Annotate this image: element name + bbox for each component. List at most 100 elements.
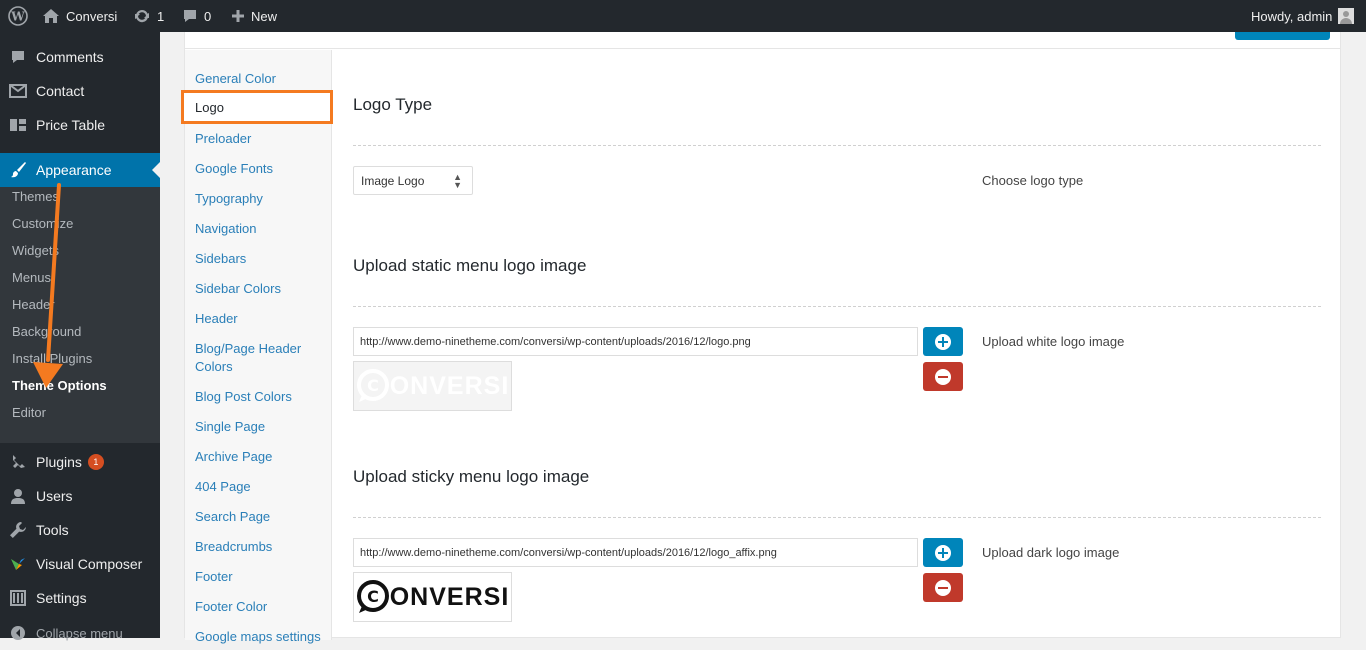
submenu-customize[interactable]: Customize (12, 214, 73, 234)
logo-type-heading: Logo Type (353, 95, 433, 114)
minus-circle-icon (935, 579, 951, 596)
theme-options-panel: General Color Logo Preloader Google Font… (181, 32, 1341, 644)
tab-logo[interactable]: Logo (181, 90, 333, 124)
logo-type-description: Choose logo type (982, 173, 1084, 188)
minus-circle-icon (935, 368, 951, 385)
menu-comments-label: Comments (36, 49, 104, 65)
svg-text:W: W (10, 10, 25, 24)
visual-composer-icon (11, 558, 25, 570)
tab-general-color[interactable]: General Color (195, 70, 325, 88)
select-arrows-icon: ▲ ▼ (453, 172, 462, 190)
plus-circle-icon (935, 544, 951, 561)
static-logo-preview: C ONVERSI (353, 361, 512, 411)
static-logo-url-input[interactable]: http://www.demo-ninetheme.com/conversi/w… (353, 327, 918, 356)
comments-link[interactable]: 0 (182, 0, 211, 32)
menu-appearance-label: Appearance (36, 162, 112, 178)
submenu-themes[interactable]: Themes (12, 187, 59, 207)
user-icon (11, 489, 25, 504)
tab-header[interactable]: Header (195, 310, 325, 328)
avatar (1338, 8, 1355, 24)
menu-appearance[interactable]: Appearance (0, 153, 160, 187)
updates-link[interactable]: 1 (133, 0, 164, 32)
comments-count: 0 (204, 8, 212, 24)
divider (353, 306, 1321, 307)
static-logo-remove-button[interactable] (923, 362, 963, 391)
plugin-icon (13, 455, 25, 468)
refresh-icon (135, 9, 149, 23)
settings-sliders-icon (10, 590, 26, 606)
menu-visual-composer[interactable]: Visual Composer (0, 547, 160, 581)
collapse-arrow-icon (11, 626, 25, 640)
tab-archive-page[interactable]: Archive Page (195, 448, 325, 466)
menu-settings-label: Settings (36, 590, 87, 606)
tab-404-page[interactable]: 404 Page (195, 478, 325, 496)
tab-sidebars[interactable]: Sidebars (195, 250, 325, 268)
new-label: New (251, 8, 278, 24)
updates-count: 1 (157, 8, 165, 24)
collapse-menu-label: Collapse menu (36, 625, 123, 641)
sticky-logo-preview: C ONVERSI (353, 572, 512, 622)
submenu-theme-options[interactable]: Theme Options (12, 376, 107, 396)
menu-comments[interactable]: Comments (0, 40, 160, 74)
menu-plugins[interactable]: Plugins 1 (0, 445, 160, 479)
wordpress-logo-icon[interactable]: W (8, 0, 28, 32)
site-name-link[interactable]: Conversi (42, 0, 117, 32)
price-table-icon (10, 119, 26, 131)
conversi-logo-icon: C (356, 580, 389, 613)
tab-breadcrumbs[interactable]: Breadcrumbs (195, 538, 325, 556)
tab-footer[interactable]: Footer (195, 568, 325, 586)
svg-text:C: C (367, 587, 379, 606)
options-tabs: General Color Logo Preloader Google Font… (181, 50, 333, 644)
admin-bar: W Conversi 1 0 New Howdy, admin (0, 0, 1366, 32)
tab-navigation[interactable]: Navigation (195, 220, 325, 238)
menu-contact[interactable]: Contact (0, 74, 160, 108)
greeting: Howdy, admin (1251, 8, 1333, 24)
menu-price-table[interactable]: Price Table (0, 108, 160, 142)
conversi-logo-icon: C (356, 369, 389, 402)
tab-single-page[interactable]: Single Page (195, 418, 325, 436)
tab-blog-page-header-colors[interactable]: Blog/Page Header Colors (195, 340, 315, 376)
tab-logo-label: Logo (195, 100, 224, 115)
submenu-editor[interactable]: Editor (12, 403, 46, 423)
static-logo-description: Upload white logo image (982, 334, 1125, 349)
menu-users[interactable]: Users (0, 479, 160, 513)
menu-settings[interactable]: Settings (0, 581, 160, 615)
tab-typography[interactable]: Typography (195, 190, 325, 208)
save-changes-button[interactable] (1235, 32, 1330, 40)
tab-preloader[interactable]: Preloader (195, 130, 325, 148)
comment-bubble-icon (184, 10, 196, 22)
tab-blog-post-colors[interactable]: Blog Post Colors (195, 388, 325, 406)
plus-icon (232, 10, 244, 22)
submenu-header[interactable]: Header (12, 295, 55, 315)
logo-type-select[interactable]: Image Logo ▲ ▼ (353, 166, 473, 195)
menu-tools[interactable]: Tools (0, 513, 160, 547)
sticky-logo-url-input[interactable]: http://www.demo-ninetheme.com/conversi/w… (353, 538, 918, 567)
sticky-logo-upload-button[interactable] (923, 538, 963, 567)
tab-google-maps-settings[interactable]: Google maps settings (195, 628, 325, 646)
submenu-menus[interactable]: Menus (12, 268, 51, 288)
new-content-link[interactable]: New (231, 0, 277, 32)
wrench-icon (10, 522, 26, 538)
sticky-logo-heading: Upload sticky menu logo image (353, 467, 590, 486)
submenu-widgets[interactable]: Widgets (12, 241, 59, 261)
site-name: Conversi (66, 8, 118, 24)
svg-text:C: C (367, 376, 379, 395)
static-logo-heading: Upload static menu logo image (353, 256, 587, 275)
tab-search-page[interactable]: Search Page (195, 508, 325, 526)
tab-google-fonts[interactable]: Google Fonts (195, 160, 325, 178)
tab-footer-color[interactable]: Footer Color (195, 598, 325, 616)
static-logo-upload-button[interactable] (923, 327, 963, 356)
static-logo-preview-text: ONVERSI (389, 371, 510, 400)
sticky-logo-remove-button[interactable] (923, 573, 963, 602)
menu-users-label: Users (36, 488, 73, 504)
collapse-menu-button[interactable]: Collapse menu (0, 616, 160, 650)
tab-sidebar-colors[interactable]: Sidebar Colors (195, 280, 325, 298)
account-menu[interactable]: Howdy, admin (1251, 0, 1355, 32)
menu-tools-label: Tools (36, 522, 69, 538)
submenu-install-plugins[interactable]: Install Plugins (12, 349, 92, 369)
panel-header (185, 32, 1340, 49)
appearance-submenu: Themes Customize Widgets Menus Header Ba… (0, 187, 160, 443)
submenu-background[interactable]: Background (12, 322, 81, 342)
plus-circle-icon (935, 333, 951, 350)
paintbrush-icon (11, 162, 26, 178)
